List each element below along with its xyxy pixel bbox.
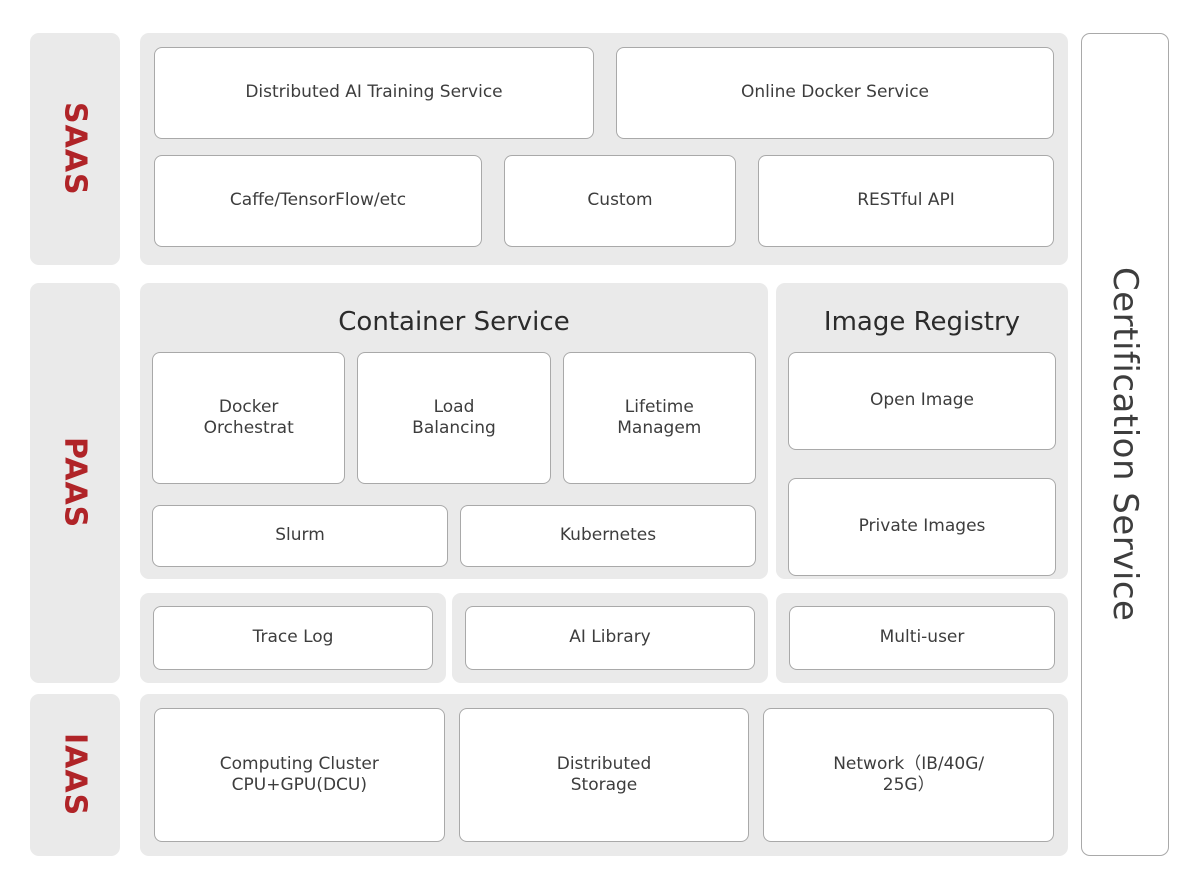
computing-cluster-line2: CPU+GPU(DCU) [231, 775, 367, 795]
saas-box-caffe-tensorflow-etc[interactable]: Caffe/TensorFlow/etc [154, 155, 482, 247]
container-service-box-slurm[interactable]: Slurm [152, 505, 448, 567]
certification-service-panel[interactable]: Certification Service [1081, 33, 1169, 856]
image-registry-box-open-image[interactable]: Open Image [788, 352, 1056, 450]
lifetime-managem-line2: Managem [617, 418, 702, 438]
computing-cluster-line1: Computing Cluster [219, 754, 379, 775]
iaas-row: Computing Cluster CPU+GPU(DCU) Distribut… [154, 708, 1055, 842]
container-service-feature-row: Docker Orchestrat Load Balancing Lifetim… [152, 352, 756, 484]
docker-orchestrat-line1: Docker [218, 397, 279, 418]
saas-box-distributed-ai-training-service[interactable]: Distributed AI Training Service [154, 47, 594, 139]
distributed-storage-line2: Storage [570, 775, 638, 795]
iaas-box-distributed-storage[interactable]: Distributed Storage [458, 708, 750, 842]
container-service-panel: Container Service Docker Orchestrat Load… [140, 283, 768, 579]
ai-library-panel: AI Library [452, 593, 768, 683]
tier-label-saas: SAAS [30, 33, 120, 265]
container-service-scheduler-row: Slurm Kubernetes [152, 505, 756, 567]
saas-box-custom[interactable]: Custom [504, 155, 736, 247]
image-registry-heading: Image Registry [823, 307, 1021, 337]
load-balancing-line1: Load [433, 397, 475, 418]
lifetime-managem-line1: Lifetime [624, 397, 694, 418]
container-service-box-load-balancing[interactable]: Load Balancing [357, 352, 551, 484]
tier-label-iaas: IAAS [30, 694, 120, 856]
image-registry-box-private-images[interactable]: Private Images [788, 478, 1056, 576]
container-service-box-lifetime-managem[interactable]: Lifetime Managem [562, 352, 756, 484]
tier-label-iaas-text: IAAS [57, 733, 93, 817]
container-service-box-kubernetes[interactable]: Kubernetes [460, 505, 756, 567]
iaas-region: Computing Cluster CPU+GPU(DCU) Distribut… [140, 694, 1068, 856]
saas-region: Distributed AI Training Service Online D… [140, 33, 1068, 265]
certification-service-label: Certification Service [1105, 267, 1145, 622]
trace-log-panel: Trace Log [140, 593, 446, 683]
saas-box-restful-api[interactable]: RESTful API [758, 155, 1054, 247]
image-registry-panel: Image Registry Open Image Private Images [776, 283, 1068, 579]
load-balancing-line2: Balancing [412, 418, 496, 438]
paas-box-ai-library[interactable]: AI Library [465, 606, 755, 670]
iaas-box-computing-cluster[interactable]: Computing Cluster CPU+GPU(DCU) [154, 708, 445, 842]
docker-orchestrat-line2: Orchestrat [203, 418, 294, 438]
architecture-diagram: SAAS PAAS IAAS Distributed AI Training S… [0, 0, 1201, 883]
saas-row-primary-services: Distributed AI Training Service Online D… [154, 47, 1054, 139]
container-service-box-docker-orchestrat[interactable]: Docker Orchestrat [152, 352, 346, 484]
container-service-heading: Container Service [338, 307, 570, 337]
multi-user-panel: Multi-user [776, 593, 1068, 683]
tier-label-paas: PAAS [30, 283, 120, 683]
tier-label-paas-text: PAAS [57, 437, 93, 529]
tier-label-saas-text: SAAS [57, 102, 93, 196]
paas-box-multi-user[interactable]: Multi-user [789, 606, 1055, 670]
network-line2: 25G） [882, 775, 935, 795]
paas-box-trace-log[interactable]: Trace Log [153, 606, 433, 670]
saas-box-online-docker-service[interactable]: Online Docker Service [616, 47, 1054, 139]
distributed-storage-line1: Distributed [556, 754, 652, 775]
network-line1: Network（IB/40G/ [833, 754, 985, 775]
saas-row-frameworks: Caffe/TensorFlow/etc Custom RESTful API [154, 155, 1054, 247]
iaas-box-network[interactable]: Network（IB/40G/ 25G） [763, 708, 1055, 842]
